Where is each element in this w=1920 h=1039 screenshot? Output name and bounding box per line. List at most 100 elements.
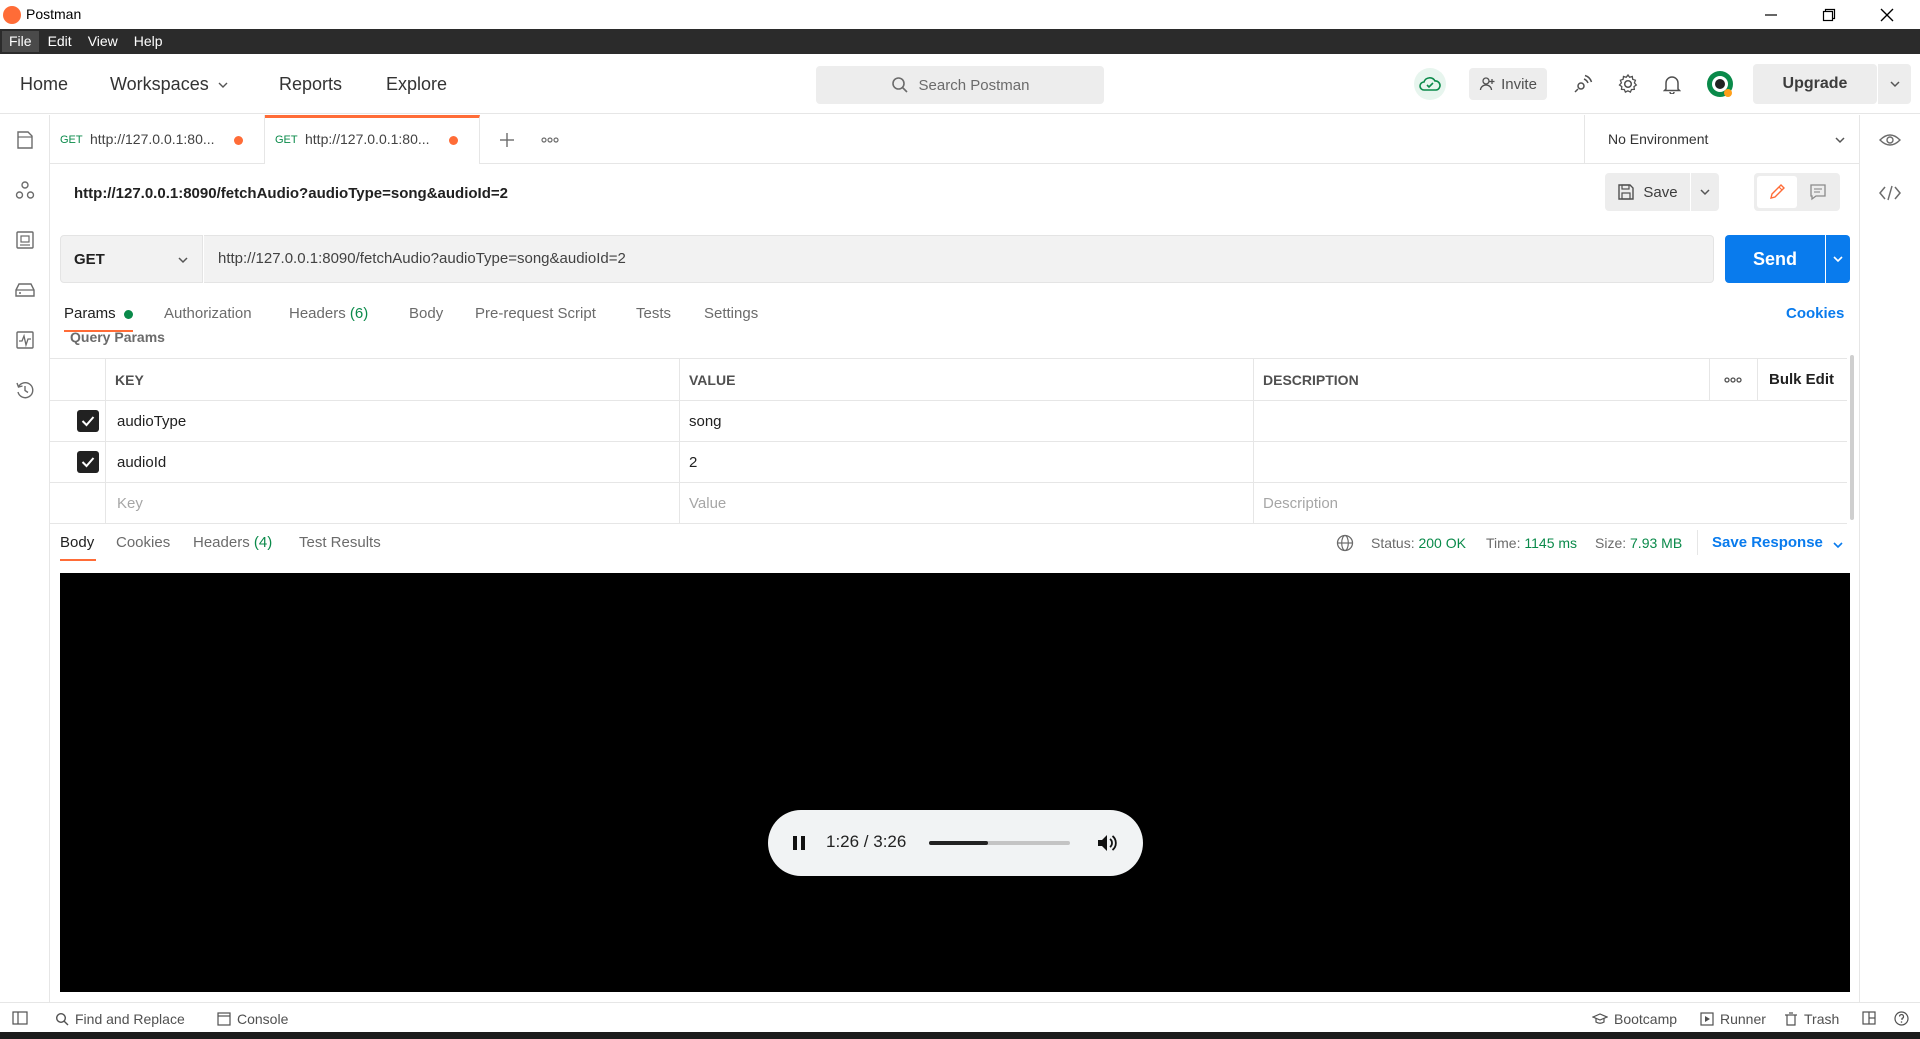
response-tab-test-results[interactable]: Test Results bbox=[299, 534, 381, 551]
tab-params[interactable]: Params bbox=[64, 305, 116, 322]
tab-settings[interactable]: Settings bbox=[704, 305, 758, 322]
notifications-button[interactable] bbox=[1658, 70, 1686, 98]
environment-selector[interactable]: No Environment bbox=[1584, 115, 1859, 164]
new-tab-button[interactable] bbox=[495, 128, 519, 152]
runner-button[interactable]: Runner bbox=[1700, 1011, 1766, 1027]
bootcamp-button[interactable]: Bootcamp bbox=[1592, 1011, 1677, 1027]
response-status[interactable]: Status: 200 OK bbox=[1371, 535, 1466, 551]
nav-workspaces[interactable]: Workspaces bbox=[110, 74, 229, 95]
response-tab-headers-count: (4) bbox=[253, 534, 273, 551]
nav-home[interactable]: Home bbox=[20, 74, 68, 95]
param-description[interactable] bbox=[1254, 442, 1844, 482]
tab-authorization[interactable]: Authorization bbox=[164, 305, 252, 322]
console-button[interactable]: Console bbox=[217, 1011, 288, 1027]
find-and-replace-button[interactable]: Find and Replace bbox=[55, 1011, 185, 1027]
bulk-edit-button[interactable]: Bulk Edit bbox=[1760, 359, 1850, 400]
tab-headers[interactable]: Headers (6) bbox=[289, 305, 368, 322]
send-menu-button[interactable] bbox=[1826, 235, 1850, 283]
response-tab-body[interactable]: Body bbox=[60, 534, 94, 551]
response-tab-headers[interactable]: Headers (4) bbox=[193, 534, 272, 551]
minimize-button[interactable] bbox=[1742, 0, 1800, 29]
restore-button[interactable] bbox=[1800, 0, 1858, 29]
sidebar-toggle-icon bbox=[12, 1011, 28, 1025]
avatar[interactable] bbox=[1703, 67, 1737, 101]
network-info-button[interactable] bbox=[1336, 534, 1354, 552]
menu-help[interactable]: Help bbox=[127, 31, 170, 52]
url-input[interactable]: http://127.0.0.1:8090/fetchAudio?audioTy… bbox=[204, 235, 1714, 283]
param-value[interactable]: song bbox=[680, 401, 1250, 441]
tab-pre-request-script[interactable]: Pre-request Script bbox=[475, 305, 596, 322]
capture-requests-button[interactable] bbox=[1569, 70, 1597, 98]
code-snippet-button[interactable] bbox=[1878, 181, 1902, 205]
response-tab-cookies[interactable]: Cookies bbox=[116, 534, 170, 551]
response-size[interactable]: Size: 7.93 MB bbox=[1595, 535, 1682, 551]
param-enabled-checkbox[interactable] bbox=[77, 451, 99, 473]
settings-button[interactable] bbox=[1614, 70, 1642, 98]
two-pane-view-button[interactable] bbox=[1862, 1011, 1876, 1025]
params-active-indicator bbox=[124, 310, 133, 319]
status-bar: Find and Replace Console Bootcamp Runner… bbox=[0, 1002, 1920, 1032]
menu-view[interactable]: View bbox=[81, 31, 125, 52]
active-tab-underline bbox=[60, 559, 96, 561]
search-input[interactable]: Search Postman bbox=[816, 66, 1104, 104]
params-scrollbar[interactable] bbox=[1850, 355, 1854, 520]
tab-method: GET bbox=[275, 134, 298, 146]
param-description[interactable] bbox=[1254, 401, 1844, 441]
table-options-button[interactable] bbox=[1720, 370, 1746, 390]
find-and-replace-label: Find and Replace bbox=[75, 1011, 185, 1027]
save-button[interactable]: Save bbox=[1605, 173, 1690, 211]
comments-button[interactable] bbox=[1799, 176, 1837, 208]
nav-reports[interactable]: Reports bbox=[279, 74, 342, 95]
new-param-key-input[interactable]: Key bbox=[108, 483, 728, 523]
restore-icon bbox=[1822, 8, 1836, 21]
trash-button[interactable]: Trash bbox=[1784, 1011, 1839, 1027]
globe-icon bbox=[1336, 534, 1354, 552]
sidebar-item-monitors[interactable] bbox=[13, 328, 37, 352]
save-label: Save bbox=[1643, 183, 1678, 201]
tab-tests[interactable]: Tests bbox=[636, 305, 671, 322]
param-value[interactable]: 2 bbox=[680, 442, 1250, 482]
nav-explore[interactable]: Explore bbox=[386, 74, 447, 95]
toggle-sidebar-button[interactable] bbox=[12, 1011, 28, 1025]
menu-edit[interactable]: Edit bbox=[41, 31, 79, 52]
edit-mode-button[interactable] bbox=[1757, 176, 1797, 208]
request-tab-active[interactable]: GET http://127.0.0.1:80... bbox=[265, 115, 480, 164]
param-enabled-checkbox[interactable] bbox=[77, 410, 99, 432]
sidebar-item-environments[interactable] bbox=[13, 228, 37, 252]
invite-button[interactable]: Invite bbox=[1469, 68, 1547, 100]
request-tab[interactable]: GET http://127.0.0.1:80... bbox=[50, 115, 265, 164]
param-key[interactable]: audioId bbox=[108, 442, 728, 482]
save-menu-button[interactable] bbox=[1691, 173, 1719, 211]
sync-status-button[interactable] bbox=[1414, 68, 1446, 100]
response-audio-preview bbox=[60, 573, 1850, 992]
tab-body[interactable]: Body bbox=[409, 305, 443, 322]
volume-button[interactable] bbox=[1095, 830, 1121, 856]
menu-file[interactable]: File bbox=[2, 31, 39, 52]
save-response-button[interactable]: Save Response bbox=[1712, 534, 1823, 551]
response-time[interactable]: Time: 1145 ms bbox=[1486, 535, 1577, 551]
sidebar-item-mock-servers[interactable] bbox=[13, 278, 37, 302]
http-method-select[interactable]: GET bbox=[60, 235, 203, 283]
upgrade-menu-button[interactable] bbox=[1877, 64, 1911, 104]
new-param-description-input[interactable]: Description bbox=[1254, 483, 1844, 523]
new-param-value-input[interactable]: Value bbox=[680, 483, 1250, 523]
param-key[interactable]: audioType bbox=[108, 401, 728, 441]
response-status-label: Status: bbox=[1371, 535, 1415, 551]
pause-button[interactable] bbox=[786, 830, 812, 856]
tab-options-button[interactable] bbox=[538, 128, 562, 152]
close-icon bbox=[1880, 8, 1894, 21]
audio-seek-slider[interactable] bbox=[929, 841, 1070, 845]
sidebar-item-apis[interactable] bbox=[13, 178, 37, 202]
upgrade-button[interactable]: Upgrade bbox=[1753, 64, 1877, 104]
response-time-label: Time: bbox=[1486, 535, 1521, 551]
send-button[interactable]: Send bbox=[1725, 235, 1825, 283]
trash-icon bbox=[1785, 1012, 1797, 1026]
sidebar-item-history[interactable] bbox=[13, 378, 37, 402]
close-button[interactable] bbox=[1858, 0, 1916, 29]
sidebar-item-collections[interactable] bbox=[13, 128, 37, 152]
request-title[interactable]: http://127.0.0.1:8090/fetchAudio?audioTy… bbox=[74, 185, 508, 202]
help-button[interactable] bbox=[1894, 1011, 1909, 1026]
runner-icon bbox=[1700, 1012, 1714, 1026]
environment-quick-look-button[interactable] bbox=[1878, 128, 1902, 152]
cookies-link[interactable]: Cookies bbox=[1786, 305, 1844, 322]
